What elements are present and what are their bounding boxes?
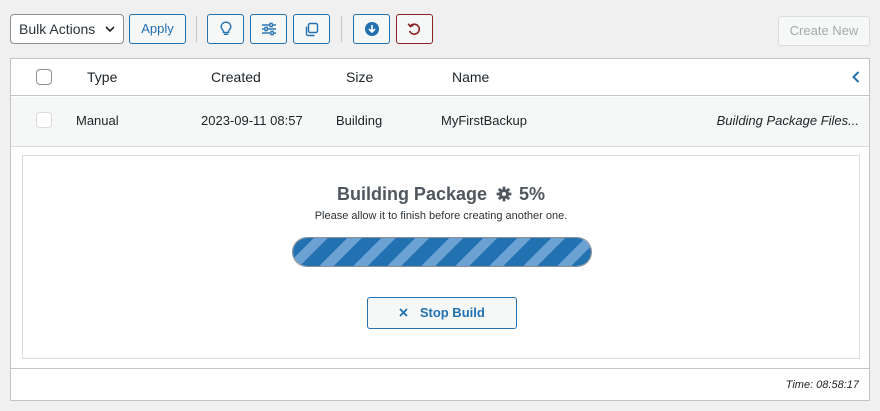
bulk-actions-label: Bulk Actions (19, 21, 96, 37)
row-checkbox[interactable] (36, 112, 52, 128)
download-circle-icon (364, 22, 379, 36)
row-created: 2023-09-11 08:57 (201, 113, 303, 128)
progress-title-text: Building Package (336, 184, 487, 204)
progress-subtitle: Please allow it to finish before creatin… (314, 210, 568, 222)
templates-button[interactable] (293, 14, 330, 44)
tips-button[interactable] (207, 14, 244, 44)
row-size: Building (336, 113, 383, 128)
row-name: MyFirstBackup (441, 113, 527, 128)
packages-panel: Type Created Size Name Manual 2023-09-11… (10, 58, 870, 401)
toolbar: Bulk Actions Apply Create New (0, 0, 880, 58)
stop-build-label: Stop Build (419, 305, 485, 320)
row-type: Manual (76, 113, 119, 128)
gear-icon (496, 186, 512, 202)
row-status: Building Package Files... (716, 113, 859, 128)
settings-button[interactable] (250, 14, 287, 44)
recovery-button[interactable] (396, 14, 433, 44)
progress-bar (292, 237, 592, 267)
chevron-left-icon[interactable] (850, 70, 862, 84)
toolbar-divider (341, 16, 342, 42)
close-icon (399, 308, 408, 317)
undo-icon (407, 22, 421, 35)
column-header-name[interactable]: Name (452, 59, 489, 96)
select-all-checkbox[interactable] (36, 69, 52, 85)
progress-percent: 5% (519, 184, 546, 204)
copy-icon (305, 22, 319, 36)
table-header: Type Created Size Name (11, 59, 869, 96)
build-time: Time: 08:58:17 (785, 379, 859, 391)
lightbulb-icon (219, 21, 232, 36)
chevron-down-icon (105, 26, 115, 33)
table-footer: Time: 08:58:17 (11, 368, 869, 400)
stop-build-button[interactable]: Stop Build (367, 297, 517, 329)
column-header-type[interactable]: Type (87, 59, 117, 96)
bulk-actions-select[interactable]: Bulk Actions (10, 14, 124, 44)
apply-button[interactable]: Apply (129, 14, 186, 44)
column-header-created[interactable]: Created (211, 59, 261, 96)
sliders-icon (261, 22, 276, 36)
toolbar-divider (196, 16, 197, 42)
progress-bar-fill (293, 238, 591, 266)
create-new-button[interactable]: Create New (778, 16, 870, 46)
column-header-size[interactable]: Size (346, 59, 373, 96)
progress-title: Building Package 5% (23, 184, 859, 205)
build-progress-box: Building Package 5% Please allow it to f… (22, 155, 860, 359)
table-row[interactable]: Manual 2023-09-11 08:57 Building MyFirst… (11, 97, 869, 147)
import-button[interactable] (353, 14, 390, 44)
